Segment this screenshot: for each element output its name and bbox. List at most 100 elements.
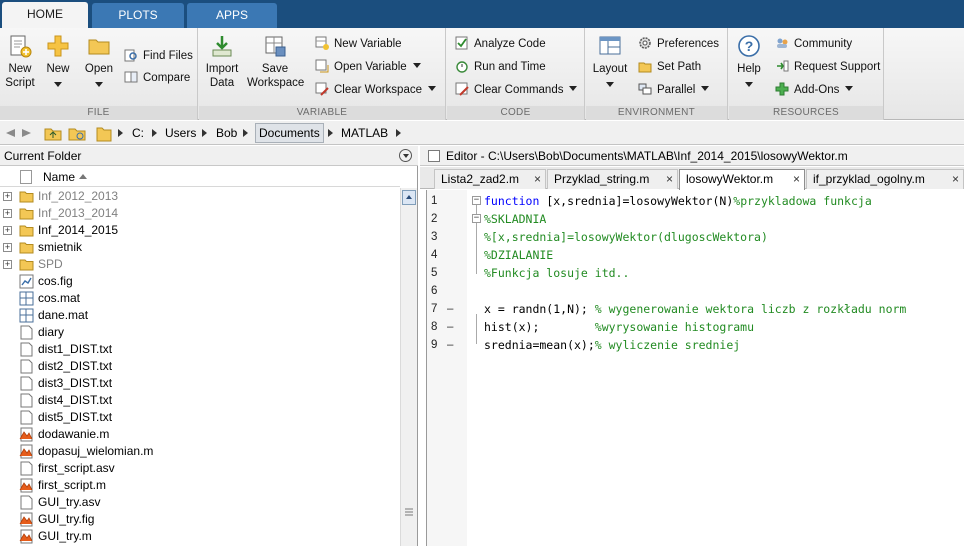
close-icon[interactable]: ×	[666, 170, 673, 188]
file-row[interactable]: cos.fig	[0, 273, 400, 290]
resources-group: ? Help Community Request Support Add-Ons…	[729, 28, 884, 120]
code-line[interactable]: 3 %[x,srednia]=losowyWektor(dlugoscWektor…	[427, 228, 964, 246]
close-icon[interactable]: ×	[793, 170, 800, 188]
file-row[interactable]: dist1_DIST.txt	[0, 341, 400, 358]
open-button[interactable]: Open	[82, 34, 116, 87]
crumb-separator-icon[interactable]	[202, 121, 207, 145]
name-column-header[interactable]: Name	[43, 167, 88, 187]
add-ons-button[interactable]: Add-Ons	[775, 81, 854, 99]
preferences-button[interactable]: Preferences	[638, 35, 719, 53]
back-arrow-icon[interactable]	[3, 121, 17, 145]
code-line[interactable]: 8– hist(x); %wyrysowanie histogramu	[427, 318, 964, 336]
code-line[interactable]: 1 − function [x,srednia]=losowyWektor(N)%p…	[427, 192, 964, 210]
browse-folder-icon[interactable]	[68, 121, 86, 145]
scroll-up-icon[interactable]	[402, 190, 416, 205]
close-icon[interactable]: ×	[534, 170, 541, 188]
new-script-button[interactable]: New Script	[2, 34, 38, 90]
clear-workspace-button[interactable]: Clear Workspace	[315, 81, 436, 99]
crumb-separator-icon[interactable]	[118, 121, 123, 145]
open-variable-button[interactable]: Open Variable	[315, 58, 421, 76]
crumb-separator-icon[interactable]	[152, 121, 157, 145]
file-row[interactable]: GUI_try.asv	[0, 494, 400, 511]
set-path-button[interactable]: Set Path	[638, 58, 701, 76]
chevron-down-icon[interactable]	[845, 86, 854, 91]
compare-button[interactable]: Compare	[124, 69, 190, 87]
scroll-grip-icon[interactable]	[405, 506, 413, 520]
breakpoint-marker[interactable]: –	[447, 300, 453, 318]
fold-toggle-icon[interactable]: −	[472, 196, 481, 205]
folder-row[interactable]: + SPD	[0, 256, 400, 273]
vertical-scrollbar[interactable]	[400, 188, 417, 546]
code-line[interactable]: 7– x = randn(1,N); % wygenerowanie wektor…	[427, 300, 964, 318]
crumb-users[interactable]: Users	[165, 121, 196, 145]
folder-row[interactable]: + smietnik	[0, 239, 400, 256]
parallel-button[interactable]: Parallel	[638, 81, 710, 99]
folder-row[interactable]: + Inf_2012_2013	[0, 188, 400, 205]
tab-apps[interactable]: APPS	[187, 3, 277, 28]
forward-arrow-icon[interactable]	[20, 121, 34, 145]
file-row[interactable]: dodawanie.m	[0, 426, 400, 443]
tab-plots[interactable]: PLOTS	[92, 3, 184, 28]
chevron-down-icon[interactable]	[428, 86, 436, 91]
new-variable-button[interactable]: New Variable	[315, 35, 402, 53]
breakpoint-marker[interactable]: –	[447, 336, 453, 354]
request-support-button[interactable]: Request Support	[775, 58, 880, 76]
code-editor[interactable]: 1 − function [x,srednia]=losowyWektor(N)%p…	[426, 190, 964, 546]
file-row[interactable]: cos.mat	[0, 290, 400, 307]
expand-icon[interactable]: +	[3, 260, 12, 269]
code-line[interactable]: 9– srednia=mean(x);% wyliczenie sredniej	[427, 336, 964, 354]
expand-icon[interactable]: +	[3, 243, 12, 252]
panel-actions-icon[interactable]	[399, 149, 412, 162]
chevron-down-icon[interactable]	[569, 86, 578, 91]
expand-icon[interactable]: +	[3, 226, 12, 235]
file-row[interactable]: first_script.m	[0, 477, 400, 494]
code-line[interactable]: 6	[427, 282, 964, 300]
find-files-button[interactable]: Find Files	[124, 47, 193, 65]
editor-tab-przyklad-string[interactable]: Przyklad_string.m ×	[547, 169, 678, 189]
expand-icon[interactable]: +	[3, 192, 12, 201]
tab-home[interactable]: HOME	[2, 2, 88, 28]
import-data-button[interactable]: Import Data	[203, 34, 241, 90]
crumb-bob[interactable]: Bob	[216, 121, 237, 145]
code-line[interactable]: 5 %Funkcja losuje itd..	[427, 264, 964, 282]
community-button[interactable]: Community	[775, 35, 852, 53]
file-row[interactable]: first_script.asv	[0, 460, 400, 477]
file-row[interactable]: GUI_try.fig	[0, 511, 400, 528]
editor-tab-losowy-wektor[interactable]: losowyWektor.m ×	[679, 169, 805, 190]
up-folder-icon[interactable]	[44, 121, 62, 145]
file-row[interactable]: dist4_DIST.txt	[0, 392, 400, 409]
file-list-header[interactable]: Name	[0, 167, 400, 187]
new-button[interactable]: New	[42, 34, 74, 87]
analyze-code-button[interactable]: Analyze Code	[455, 35, 546, 53]
code-line[interactable]: 2 − %SKLADNIA	[427, 210, 964, 228]
layout-button[interactable]: Layout	[590, 34, 630, 87]
clear-commands-button[interactable]: Clear Commands	[455, 81, 578, 99]
file-row[interactable]: dane.mat	[0, 307, 400, 324]
close-icon[interactable]: ×	[952, 170, 959, 188]
editor-tab-if-przyklad[interactable]: if_przyklad_ogolny.m ×	[806, 169, 964, 189]
file-row[interactable]: GUI_try.m	[0, 528, 400, 545]
crumb-separator-icon[interactable]	[243, 121, 248, 145]
chevron-down-icon[interactable]	[701, 86, 710, 91]
crumb-c[interactable]: C:	[132, 121, 144, 145]
file-row[interactable]: dist3_DIST.txt	[0, 375, 400, 392]
fold-toggle-icon[interactable]: −	[472, 214, 481, 223]
breakpoint-marker[interactable]: –	[447, 318, 453, 336]
file-row[interactable]: dopasuj_wielomian.m	[0, 443, 400, 460]
save-workspace-button[interactable]: Save Workspace	[247, 34, 304, 90]
file-row[interactable]: dist5_DIST.txt	[0, 409, 400, 426]
crumb-separator-icon[interactable]	[328, 121, 333, 145]
chevron-down-icon[interactable]	[412, 63, 421, 68]
help-button[interactable]: ? Help	[733, 34, 765, 87]
editor-tab-lista2[interactable]: Lista2_zad2.m ×	[434, 169, 546, 189]
crumb-documents[interactable]: Documents	[255, 123, 324, 143]
folder-row[interactable]: + Inf_2014_2015	[0, 222, 400, 239]
file-row[interactable]: diary	[0, 324, 400, 341]
file-row[interactable]: dist2_DIST.txt	[0, 358, 400, 375]
expand-icon[interactable]: +	[3, 209, 12, 218]
code-line[interactable]: 4 %DZIALANIE	[427, 246, 964, 264]
run-and-time-button[interactable]: Run and Time	[455, 58, 546, 76]
crumb-separator-icon[interactable]	[396, 121, 401, 145]
crumb-matlab[interactable]: MATLAB	[341, 121, 388, 145]
folder-row[interactable]: + Inf_2013_2014	[0, 205, 400, 222]
